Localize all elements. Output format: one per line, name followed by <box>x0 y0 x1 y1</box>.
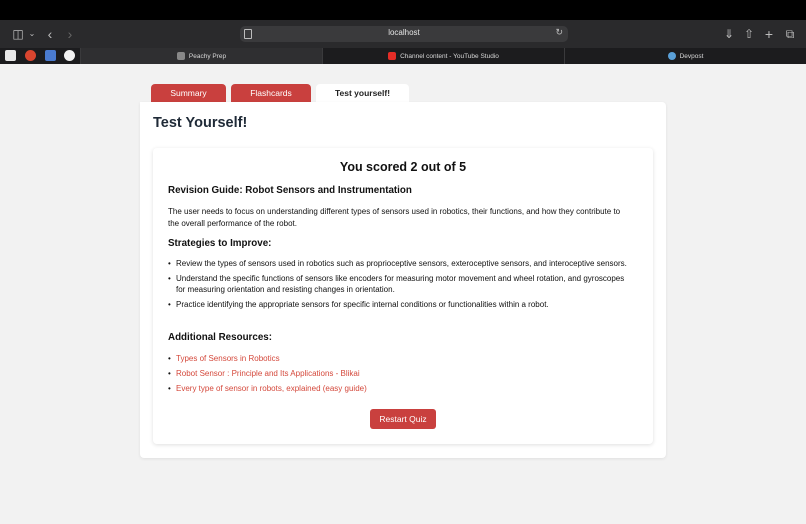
tab-label: Channel content - YouTube Studio <box>400 52 499 60</box>
score-heading: You scored 2 out of 5 <box>339 160 467 174</box>
tab-label: Devpost <box>679 52 704 60</box>
tab-label: Peachy Prep <box>188 52 227 60</box>
pinned-tab-app-icon[interactable] <box>45 50 56 61</box>
tab-test-yourself[interactable]: Test yourself! <box>316 84 409 102</box>
chevron-down-icon[interactable]: ⌄ <box>24 26 40 42</box>
devpost-icon <box>667 52 676 60</box>
system-menu-bar <box>0 0 806 20</box>
tab-overview-icon[interactable]: ⧉ <box>782 26 798 42</box>
resource-link[interactable]: Types of Sensors in Robotics <box>176 354 280 363</box>
resources-list: Types of Sensors in Robotics Robot Senso… <box>168 351 367 396</box>
pinned-tab-bug-icon[interactable] <box>25 50 36 61</box>
browser-tab-peachy-prep[interactable]: Peachy Prep <box>80 48 322 64</box>
strategy-item: Review the types of sensors used in robo… <box>168 258 633 269</box>
strategy-item: Practice identifying the appropriate sen… <box>168 299 633 310</box>
resources-heading: Additional Resources: <box>168 332 272 343</box>
restart-quiz-button[interactable]: Restart Quiz <box>370 409 436 429</box>
revision-guide-heading: Revision Guide: Robot Sensors and Instru… <box>168 185 412 196</box>
strategies-list: Review the types of sensors used in robo… <box>168 258 633 314</box>
back-icon[interactable]: ‹ <box>42 26 58 42</box>
new-tab-icon[interactable]: + <box>761 26 777 42</box>
pinned-tab-github-icon[interactable] <box>64 50 75 61</box>
url-text: localhost <box>388 28 420 37</box>
strategies-heading: Strategies to Improve: <box>168 238 272 249</box>
revision-guide-text: The user needs to focus on understanding… <box>168 207 621 228</box>
youtube-icon <box>388 52 397 60</box>
resource-link[interactable]: Robot Sensor : Principle and Its Applica… <box>176 369 360 378</box>
tab-flashcards[interactable]: Flashcards <box>231 84 311 102</box>
strategy-item: Understand the specific functions of sen… <box>168 273 633 295</box>
share-icon[interactable]: ⇧ <box>741 26 757 42</box>
reload-icon[interactable]: ↻ <box>555 27 563 38</box>
tab-favicon-icon <box>176 52 185 60</box>
tab-summary[interactable]: Summary <box>151 84 226 102</box>
address-bar[interactable]: localhost ↻ <box>240 26 568 42</box>
browser-tab-devpost[interactable]: Devpost <box>564 48 806 64</box>
browser-tab-bar: Peachy Prep Channel content - YouTube St… <box>0 48 806 64</box>
resource-item: Every type of sensor in robots, explaine… <box>168 381 367 396</box>
pinned-tab-notion-icon[interactable] <box>5 50 16 61</box>
forward-icon[interactable]: › <box>62 26 78 42</box>
page-title: Test Yourself! <box>153 115 248 131</box>
resource-item: Robot Sensor : Principle and Its Applica… <box>168 366 367 381</box>
download-icon[interactable]: ⇓ <box>721 26 737 42</box>
resource-item: Types of Sensors in Robotics <box>168 351 367 366</box>
resource-link[interactable]: Every type of sensor in robots, explaine… <box>176 384 367 393</box>
browser-tab-youtube-studio[interactable]: Channel content - YouTube Studio <box>322 48 564 64</box>
